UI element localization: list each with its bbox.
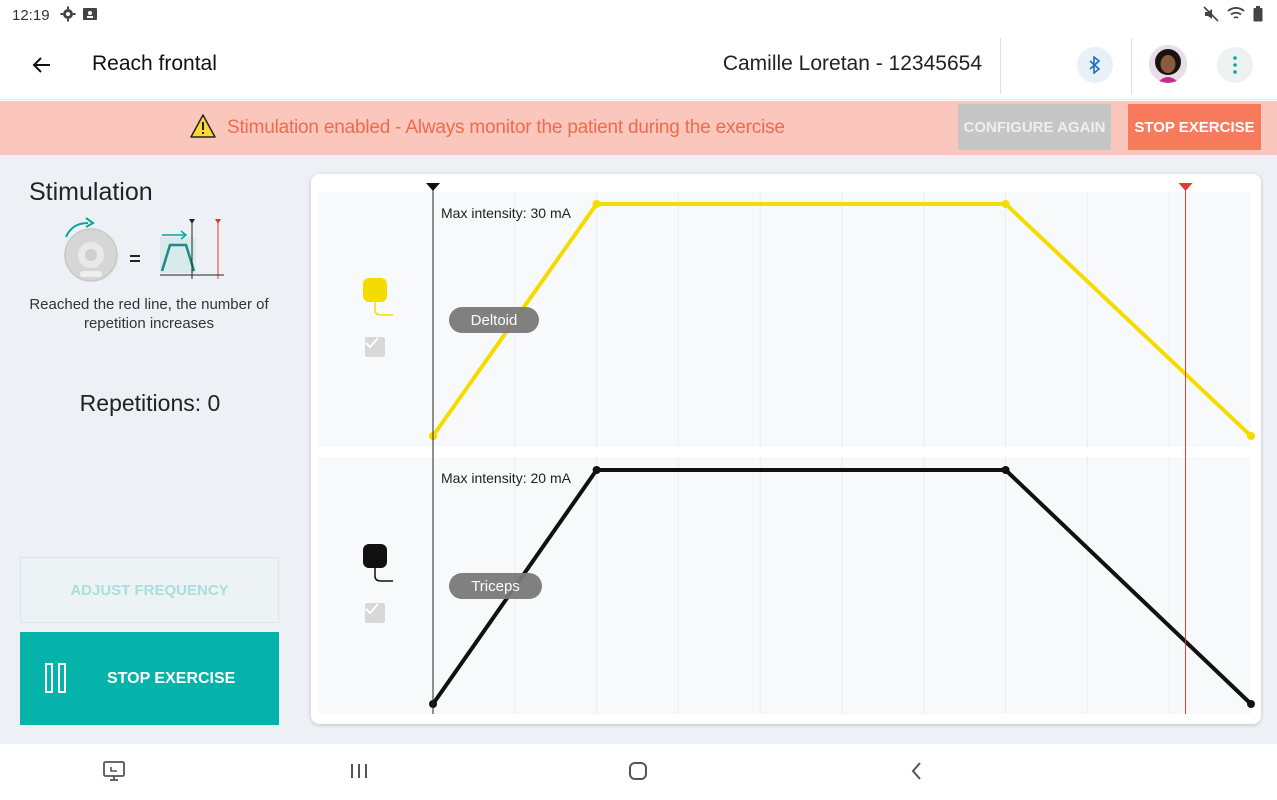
profile-point (592, 466, 601, 474)
deltoid-max-intensity: Max intensity: 30 mA (441, 205, 571, 221)
recent-screen-icon[interactable] (102, 760, 126, 782)
status-bar: 12:19 (0, 0, 1277, 30)
status-time: 12:19 (12, 7, 50, 24)
triceps-chip: Triceps (449, 573, 542, 599)
warning-banner: Stimulation enabled - Always monitor the… (0, 101, 1277, 155)
stop-exercise-button[interactable]: STOP EXERCISE (20, 632, 279, 725)
bluetooth-icon (1089, 56, 1101, 74)
patient-name: Camille Loretan - 12345654 (722, 52, 982, 75)
recents-button-icon[interactable] (348, 760, 370, 782)
stop-exercise-top-button[interactable]: STOP EXERCISE (1128, 104, 1261, 150)
profile-point (1247, 432, 1255, 440)
configure-again-button[interactable]: CONFIGURE AGAIN (958, 104, 1111, 150)
arrow-back-icon (32, 57, 50, 73)
stimulation-chart-card: Max intensity: 30 mA Max intensity: 20 m… (311, 174, 1261, 724)
triceps-enabled-checkbox[interactable] (365, 603, 385, 623)
check-icon (365, 603, 379, 615)
profile-point (1001, 466, 1010, 474)
triceps-electrode-icon (363, 544, 393, 582)
profile-point (1247, 700, 1255, 708)
overflow-menu-button[interactable] (1217, 47, 1253, 83)
deltoid-electrode-icon (363, 278, 393, 316)
main-area: Stimulation Reached the red line, the nu… (0, 155, 1277, 744)
threshold-marker (1178, 183, 1193, 191)
profile-point (592, 200, 601, 208)
warning-icon (190, 114, 216, 138)
stop-exercise-label: STOP EXERCISE (107, 670, 236, 687)
navigation-bar (0, 744, 1277, 800)
pause-icon (45, 663, 66, 693)
app-bar: Reach frontal Camille Loretan - 12345654 (0, 30, 1277, 100)
home-button-icon[interactable] (627, 760, 649, 782)
repetitions-count: Repetitions: 0 (79, 390, 221, 416)
profile-point (1001, 200, 1010, 208)
battery-icon (1253, 6, 1263, 22)
back-nav-button-icon[interactable] (906, 760, 928, 782)
wifi-icon (1227, 7, 1245, 19)
stimulation-description: Reached the red line, the number of repe… (29, 296, 269, 332)
stimulation-chart (319, 183, 1255, 714)
warning-message: Stimulation enabled - Always monitor the… (227, 117, 785, 138)
avatar-image (1149, 45, 1187, 83)
more-vert-icon (1233, 56, 1237, 74)
adjust-frequency-button[interactable]: ADJUST FREQUENCY (20, 557, 279, 623)
divider (1000, 38, 1001, 94)
page-title: Reach frontal (92, 52, 217, 75)
settings-gear-icon (60, 6, 76, 22)
triceps-max-intensity: Max intensity: 20 mA (441, 470, 571, 486)
stimulation-diagram (64, 217, 224, 282)
bluetooth-button[interactable] (1077, 47, 1113, 83)
deltoid-enabled-checkbox[interactable] (365, 337, 385, 357)
deltoid-chip: Deltoid (449, 307, 539, 333)
mute-icon (1203, 6, 1219, 22)
back-button[interactable] (24, 50, 60, 80)
screen-share-icon (83, 8, 97, 20)
check-icon (365, 337, 379, 349)
divider (1131, 38, 1132, 94)
stimulation-title: Stimulation (29, 178, 153, 206)
cursor-marker (426, 183, 440, 191)
user-avatar[interactable] (1149, 45, 1187, 83)
